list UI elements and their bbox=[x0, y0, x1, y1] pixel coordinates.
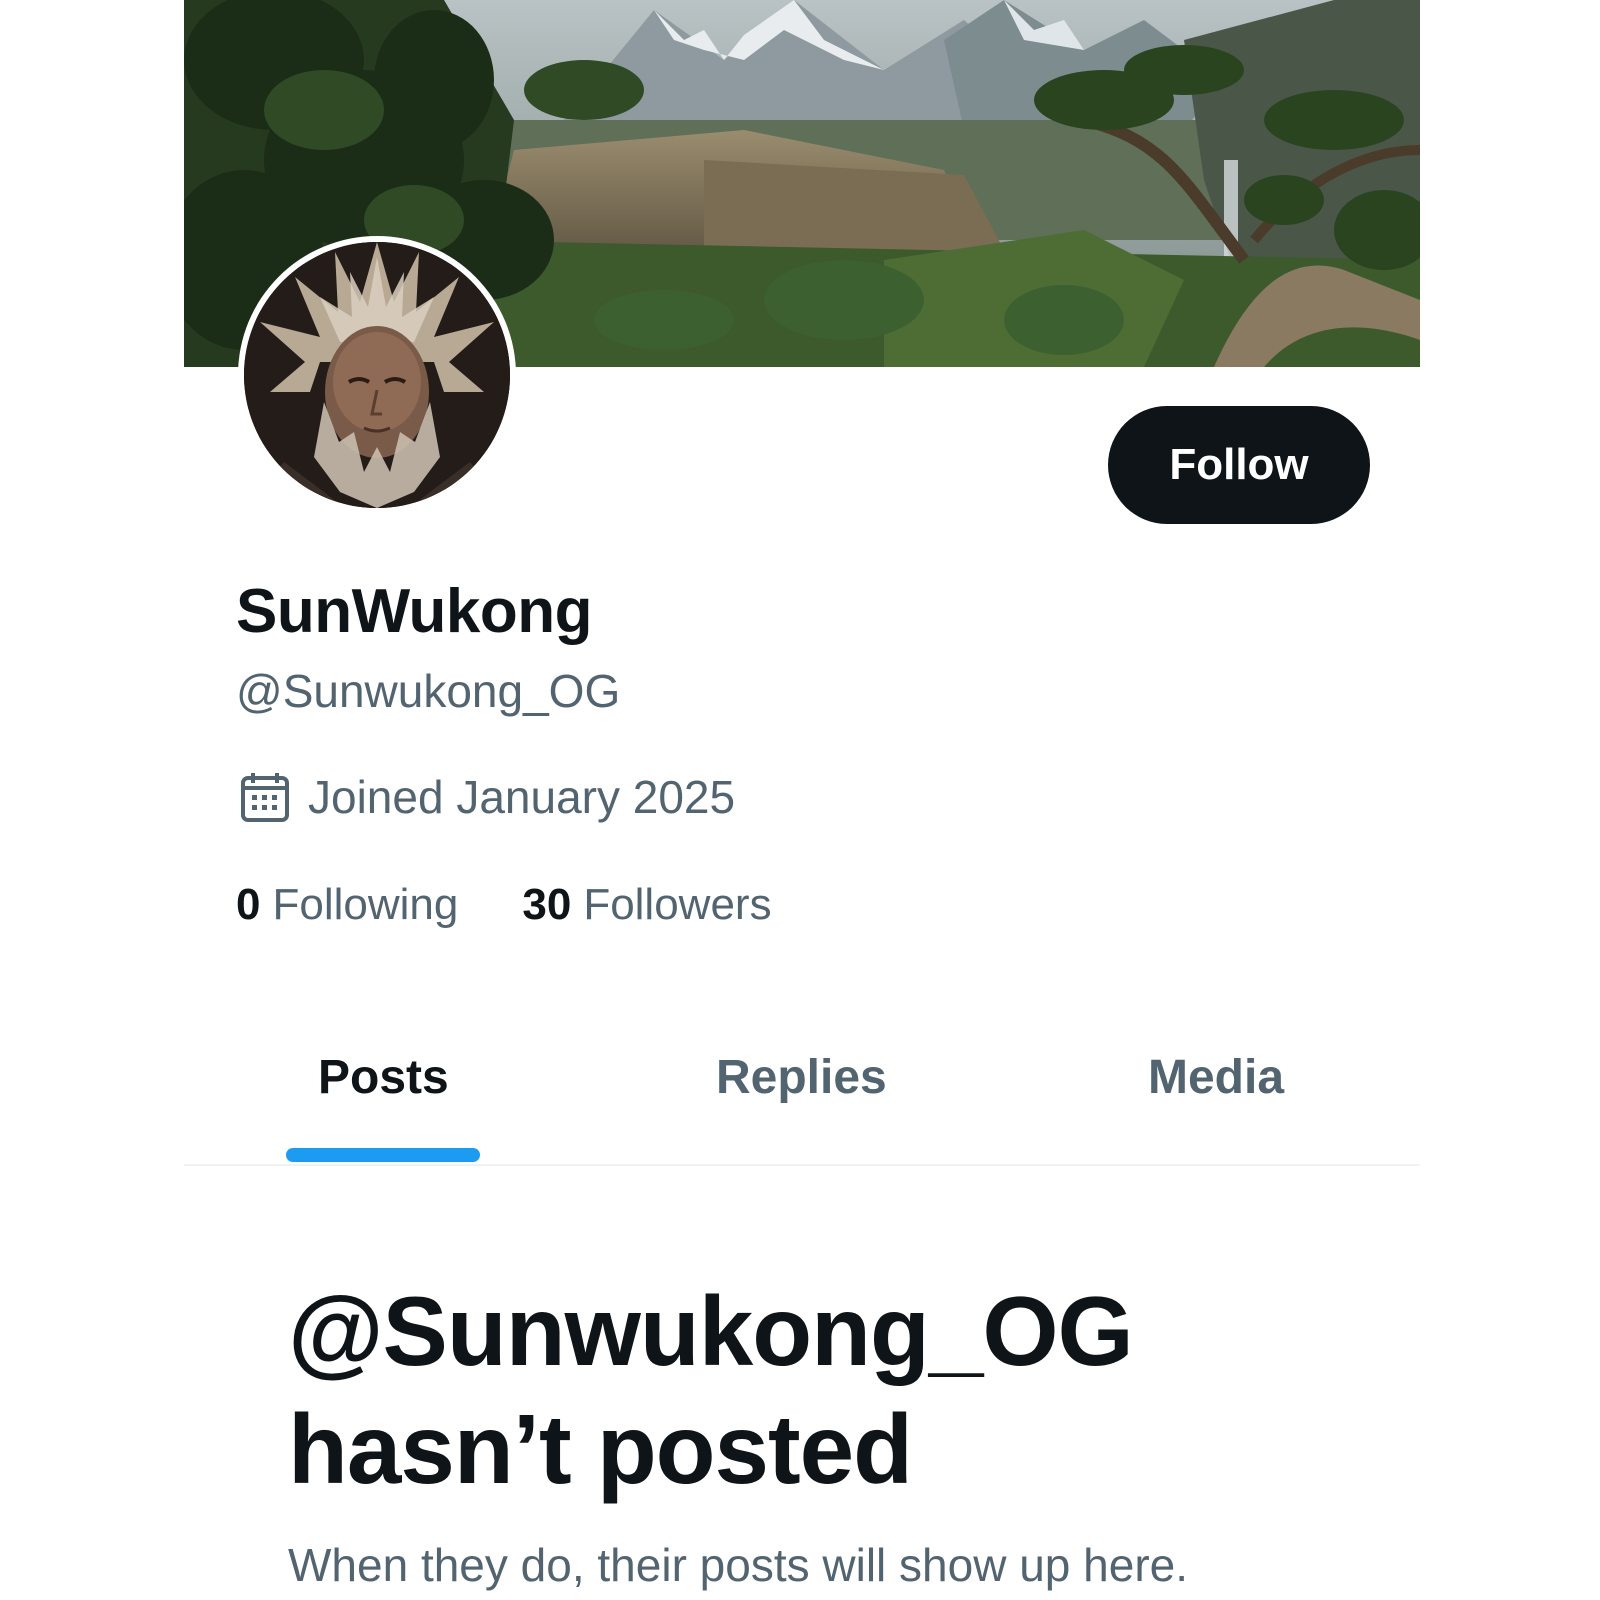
follow-stats: 0 Following 30 Followers bbox=[236, 880, 772, 930]
following-label: Following bbox=[272, 880, 459, 929]
avatar-image bbox=[244, 242, 510, 508]
followers-link[interactable]: 30 Followers bbox=[522, 880, 771, 930]
tab-media[interactable]: Media bbox=[1148, 1050, 1284, 1105]
tab-posts[interactable]: Posts bbox=[318, 1050, 449, 1105]
empty-state-title-line1: @Sunwukong_OG bbox=[288, 1276, 1134, 1386]
follow-button[interactable]: Follow bbox=[1108, 406, 1370, 524]
empty-state-subtitle: When they do, their posts will show up h… bbox=[288, 1539, 1189, 1591]
profile-handle: @Sunwukong_OG bbox=[236, 665, 621, 717]
followers-label: Followers bbox=[583, 880, 772, 929]
followers-count: 30 bbox=[522, 880, 572, 929]
joined-date-row: Joined January 2025 bbox=[240, 770, 735, 824]
joined-date-text: Joined January 2025 bbox=[308, 771, 736, 823]
empty-state-title: @Sunwukong_OG hasn’t posted bbox=[288, 1272, 1388, 1508]
empty-state-title-line2: hasn’t posted bbox=[288, 1394, 913, 1504]
display-name: SunWukong bbox=[236, 577, 592, 646]
profile-page: Follow SunWukong @Sunwukong_OG Joined Ja… bbox=[0, 0, 1600, 1600]
profile-tabs: Posts Replies Media bbox=[184, 1020, 1420, 1166]
tab-replies[interactable]: Replies bbox=[716, 1050, 887, 1105]
calendar-icon bbox=[240, 771, 290, 823]
active-tab-indicator bbox=[286, 1148, 480, 1162]
profile-avatar[interactable] bbox=[238, 236, 516, 514]
following-count: 0 bbox=[236, 880, 261, 929]
avatar-portrait-image bbox=[244, 242, 510, 508]
following-link[interactable]: 0 Following bbox=[236, 880, 458, 930]
